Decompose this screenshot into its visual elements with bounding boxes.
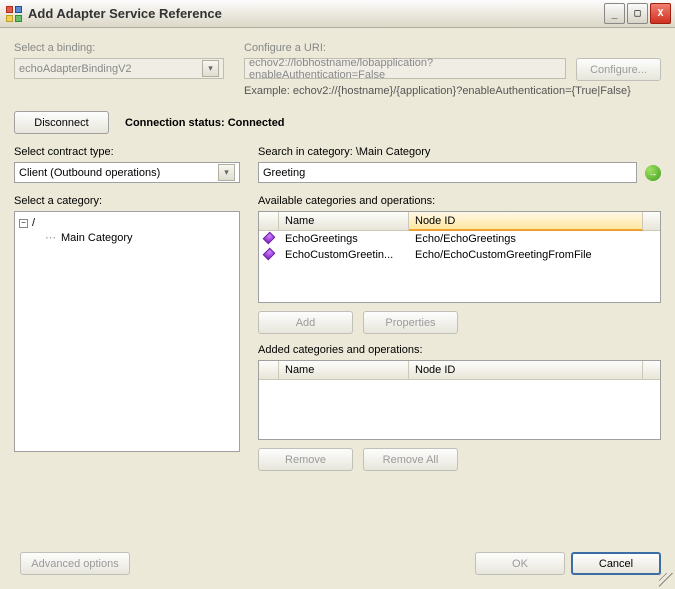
connection-status-value: Connected (228, 117, 285, 129)
table-row[interactable]: EchoGreetings Echo/EchoGreetings (259, 231, 660, 247)
advanced-options-button: Advanced options (20, 552, 130, 575)
contract-combobox[interactable]: Client (Outbound operations) (14, 162, 240, 183)
configure-button: Configure... (576, 58, 661, 81)
resize-grip-icon[interactable] (659, 573, 673, 587)
ok-button: OK (475, 552, 565, 575)
tree-collapse-icon[interactable]: − (19, 219, 28, 228)
uri-value: echov2://lobhostname/lobapplication?enab… (249, 57, 561, 81)
operation-icon (263, 232, 276, 245)
uri-example: Example: echov2://{hostname}/{applicatio… (244, 85, 661, 97)
window-title: Add Adapter Service Reference (28, 6, 598, 21)
row-node: Echo/EchoCustomGreetingFromFile (409, 248, 660, 262)
binding-value: echoAdapterBindingV2 (19, 63, 132, 75)
column-header-scroll (643, 361, 660, 379)
available-label: Available categories and operations: (258, 195, 661, 207)
column-header-name[interactable]: Name (279, 212, 409, 230)
chevron-down-icon (202, 60, 219, 77)
row-node: Echo/EchoGreetings (409, 232, 660, 246)
search-go-icon[interactable] (645, 165, 661, 181)
maximize-button[interactable]: □ (627, 3, 648, 24)
binding-combobox: echoAdapterBindingV2 (14, 58, 224, 79)
chevron-down-icon[interactable] (218, 164, 235, 181)
available-grid[interactable]: Name Node ID EchoGreetings Echo/EchoGree… (258, 211, 661, 303)
category-tree[interactable]: − / ⋯ Main Category (14, 211, 240, 452)
connection-status: Connection status: Connected (125, 117, 285, 129)
tree-root-label: / (32, 217, 35, 229)
column-header-name[interactable]: Name (279, 361, 409, 379)
row-name: EchoGreetings (279, 232, 409, 246)
tree-child[interactable]: ⋯ Main Category (19, 230, 235, 245)
column-header-nodeid[interactable]: Node ID (409, 212, 643, 231)
properties-button: Properties (363, 311, 458, 334)
connection-status-label: Connection status: (125, 117, 225, 129)
add-button: Add (258, 311, 353, 334)
tree-child-label: Main Category (61, 232, 133, 244)
row-name: EchoCustomGreetin... (279, 248, 409, 262)
search-value: Greeting (263, 167, 305, 179)
added-label: Added categories and operations: (258, 344, 661, 356)
contract-label: Select contract type: (14, 146, 240, 158)
app-icon (6, 6, 22, 22)
minimize-button[interactable]: _ (604, 3, 625, 24)
contract-value: Client (Outbound operations) (19, 167, 160, 179)
uri-label: Configure a URI: (244, 42, 661, 54)
remove-button: Remove (258, 448, 353, 471)
category-tree-label: Select a category: (14, 195, 240, 207)
binding-label: Select a binding: (14, 42, 224, 54)
added-grid[interactable]: Name Node ID (258, 360, 661, 440)
column-header-scroll (643, 212, 660, 230)
column-header-icon[interactable] (259, 212, 279, 230)
tree-connector-icon: ⋯ (45, 231, 57, 244)
disconnect-button[interactable]: Disconnect (14, 111, 109, 134)
operation-icon (263, 248, 276, 261)
close-button[interactable]: X (650, 3, 671, 24)
column-header-nodeid[interactable]: Node ID (409, 361, 643, 379)
search-input[interactable]: Greeting (258, 162, 637, 183)
remove-all-button: Remove All (363, 448, 458, 471)
uri-textbox: echov2://lobhostname/lobapplication?enab… (244, 58, 566, 79)
search-label: Search in category: \Main Category (258, 146, 661, 158)
title-bar: Add Adapter Service Reference _ □ X (0, 0, 675, 28)
cancel-button[interactable]: Cancel (571, 552, 661, 575)
table-row[interactable]: EchoCustomGreetin... Echo/EchoCustomGree… (259, 247, 660, 263)
tree-root[interactable]: − / (19, 216, 235, 230)
column-header-icon[interactable] (259, 361, 279, 379)
